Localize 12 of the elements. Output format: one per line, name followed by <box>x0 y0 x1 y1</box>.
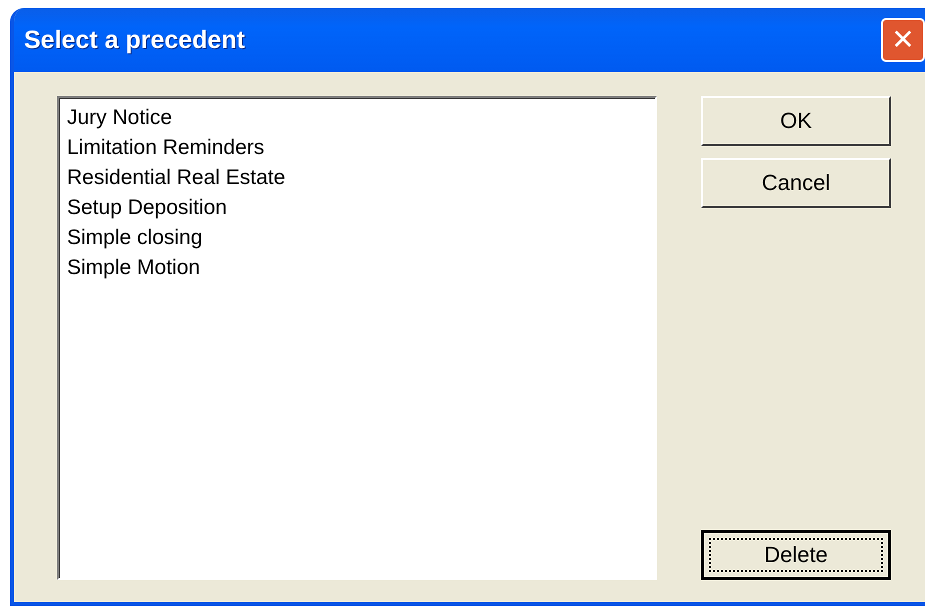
window-title: Select a precedent <box>24 26 245 54</box>
dialog-button[interactable]: OK <box>701 96 891 146</box>
list-item[interactable]: Simple closing <box>65 223 649 253</box>
precedent-list[interactable]: Jury Notice Limitation Reminders Residential Real Estate Setup Deposition Simple closing Simple Motion <box>57 96 657 580</box>
dialog-button[interactable]: Cancel <box>701 158 891 208</box>
list-item[interactable]: Residential Real Estate <box>65 163 649 193</box>
close-button[interactable]: ✕ <box>881 18 925 62</box>
list-item[interactable]: Limitation Reminders <box>65 133 649 163</box>
list-item[interactable]: Setup Deposition <box>65 193 649 223</box>
list-item[interactable]: Jury Notice <box>65 103 649 133</box>
delete-button[interactable]: Delete <box>701 530 891 580</box>
list-item[interactable]: Simple Motion <box>65 253 649 283</box>
